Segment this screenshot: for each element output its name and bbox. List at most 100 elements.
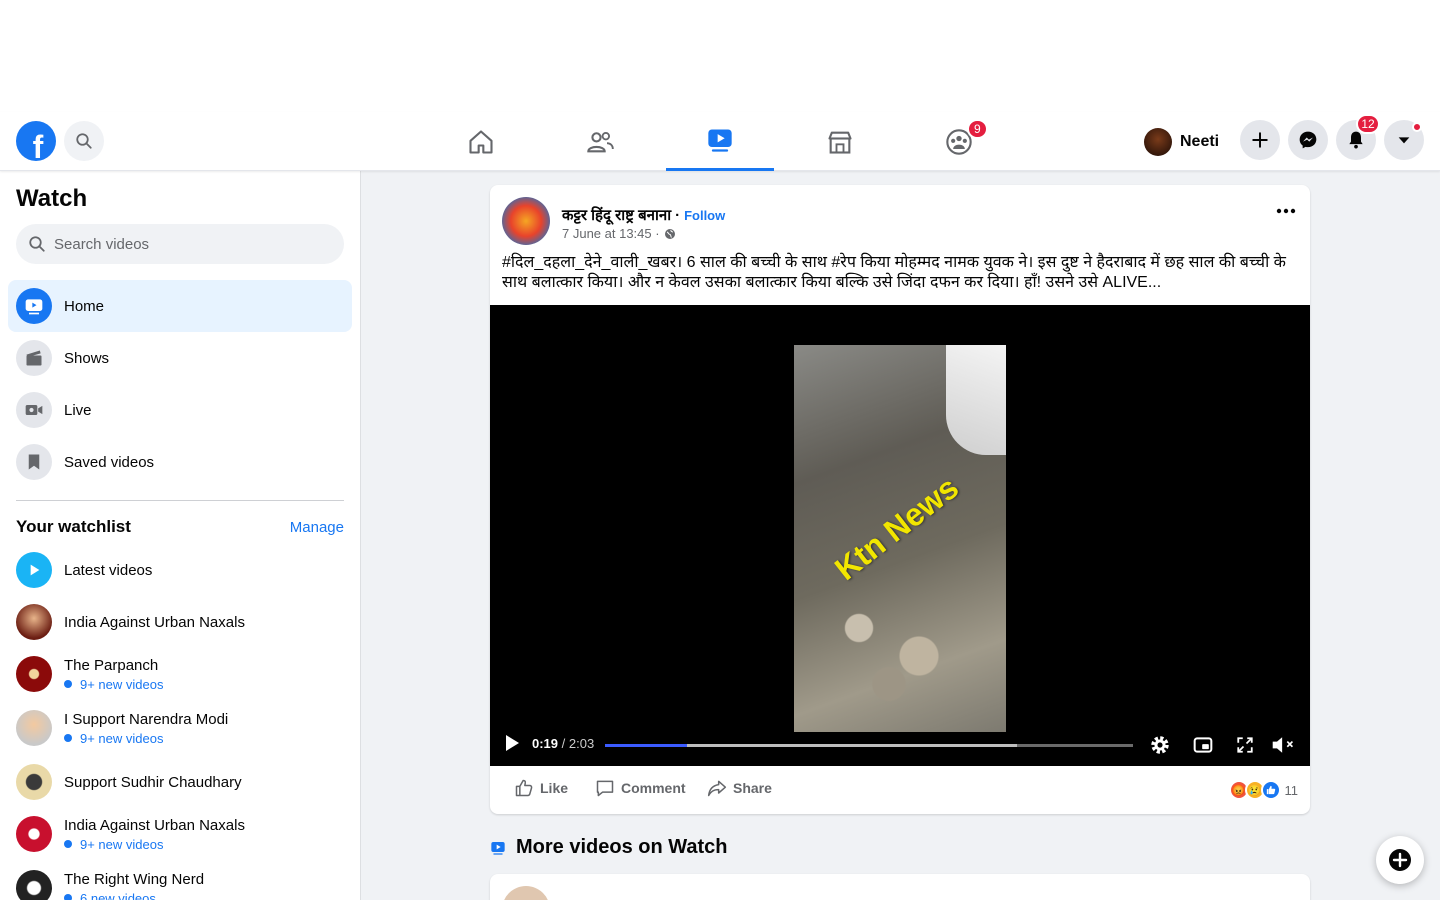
search-videos-input[interactable] bbox=[54, 235, 324, 253]
avatar bbox=[16, 870, 52, 900]
new-videos-count: 9+ new videos bbox=[80, 836, 164, 852]
nav-tab-friends[interactable] bbox=[546, 112, 654, 171]
globe-icon bbox=[664, 228, 675, 239]
post-options-button[interactable] bbox=[1274, 199, 1298, 223]
manage-link[interactable]: Manage bbox=[290, 519, 344, 536]
sidebar-item-home[interactable]: Home bbox=[8, 280, 352, 332]
watchlist-title: Your watchlist bbox=[16, 517, 131, 536]
nav-tab-home[interactable] bbox=[427, 112, 535, 171]
new-videos-indicator: 6 new videos bbox=[64, 891, 204, 900]
more-videos-header: More videos on Watch bbox=[490, 836, 728, 859]
fullscreen-button[interactable] bbox=[1233, 733, 1257, 757]
watchlist-item-the-parpanch[interactable]: The Parpanch 9+ new videos bbox=[16, 656, 346, 692]
follow-button[interactable]: Follow bbox=[684, 208, 725, 223]
mute-button[interactable] bbox=[1271, 733, 1295, 757]
top-blank-area bbox=[0, 0, 1440, 112]
post-timestamp[interactable]: 7 June at 13:45 · bbox=[562, 226, 660, 241]
new-message-button[interactable] bbox=[1376, 836, 1424, 884]
search-icon bbox=[76, 133, 92, 149]
profile-chip[interactable]: Neeti bbox=[1144, 124, 1219, 160]
video-watermark: Ktn News bbox=[828, 469, 966, 588]
create-button[interactable] bbox=[1240, 120, 1280, 160]
share-icon bbox=[707, 780, 727, 797]
avatar bbox=[16, 816, 52, 852]
miniplayer-button[interactable] bbox=[1191, 733, 1215, 757]
avatar bbox=[1144, 128, 1172, 156]
like-button[interactable]: Like bbox=[514, 778, 568, 798]
account-menu-button[interactable] bbox=[1384, 120, 1424, 160]
current-time: 0:19 bbox=[532, 736, 559, 751]
watch-sidebar: Watch Home Shows Live Saved videos Your … bbox=[0, 171, 361, 900]
comment-icon bbox=[596, 780, 614, 797]
next-video-post bbox=[490, 874, 1310, 900]
watchlist-item-india-against-urban-naxals[interactable]: India Against Urban Naxals bbox=[16, 604, 346, 640]
video-time: 0:19 / 2:03 bbox=[532, 736, 594, 751]
groups-badge: 9 bbox=[967, 119, 988, 139]
watchlist-name: The Right Wing Nerd bbox=[64, 870, 205, 888]
nav-tab-watch[interactable] bbox=[666, 112, 774, 171]
watchlist-name: India Against Urban Naxals bbox=[64, 816, 245, 834]
new-dot bbox=[64, 894, 72, 900]
comment-button[interactable]: Comment bbox=[595, 778, 686, 798]
watchlist-item-i-support-narendra-modi[interactable]: I Support Narendra Modi 9+ new videos bbox=[16, 710, 346, 746]
post-text: #दिल_दहला_देने_वाली_खबर। 6 साल की बच्ची … bbox=[502, 254, 1286, 291]
picture-in-picture-icon bbox=[1193, 737, 1213, 753]
facebook-logo[interactable]: f bbox=[16, 121, 56, 161]
notifications-badge: 12 bbox=[1356, 114, 1380, 134]
watchlist-item-india-against-urban-naxals-2[interactable]: India Against Urban Naxals 9+ new videos bbox=[16, 816, 346, 852]
sidebar-item-label: Live bbox=[64, 401, 92, 419]
settings-button[interactable] bbox=[1148, 733, 1172, 757]
sidebar-item-saved-videos[interactable]: Saved videos bbox=[8, 436, 352, 488]
like-reaction-icon bbox=[1260, 780, 1281, 800]
notifications-button[interactable]: 12 bbox=[1336, 114, 1380, 160]
nav-tab-marketplace[interactable] bbox=[786, 112, 894, 171]
new-videos-indicator: 9+ new videos bbox=[64, 731, 228, 746]
fullscreen-icon bbox=[1237, 737, 1253, 753]
post-author[interactable]: कट्टर हिंदू राष्ट्र बनाना bbox=[562, 205, 671, 225]
new-videos-indicator: 9+ new videos bbox=[64, 837, 245, 852]
more-videos-title: More videos on Watch bbox=[516, 836, 728, 858]
video-player[interactable]: Ktn News 0:19 / 2:03 bbox=[490, 305, 1310, 766]
more-horizontal-icon bbox=[1276, 208, 1296, 214]
search-icon bbox=[29, 236, 45, 252]
watchlist-name: I Support Narendra Modi bbox=[64, 710, 229, 728]
video-post: कट्टर हिंदू राष्ट्र बनाना · Follow 7 Jun… bbox=[490, 185, 1310, 814]
watch-icon bbox=[491, 841, 505, 855]
reactions-summary[interactable]: 😡 😢 11 bbox=[1228, 780, 1298, 800]
share-label: Share bbox=[733, 780, 772, 796]
messenger-button[interactable] bbox=[1288, 120, 1328, 160]
search-videos-box[interactable] bbox=[16, 224, 344, 264]
watchlist-item-support-sudhir-chaudhary[interactable]: Support Sudhir Chaudhary bbox=[16, 764, 346, 800]
watchlist-header: Your watchlist Manage bbox=[16, 517, 344, 537]
new-videos-count: 9+ new videos bbox=[80, 676, 164, 692]
new-videos-indicator: 9+ new videos bbox=[64, 677, 163, 692]
video-progress-bar[interactable] bbox=[605, 744, 1133, 747]
sidebar-item-shows[interactable]: Shows bbox=[8, 332, 352, 384]
live-camera-icon bbox=[25, 405, 43, 415]
watchlist-item-latest-videos[interactable]: Latest videos bbox=[16, 552, 346, 588]
share-button[interactable]: Share bbox=[707, 778, 772, 798]
duration: / 2:03 bbox=[561, 736, 595, 751]
watchlist-name: India Against Urban Naxals bbox=[64, 613, 245, 631]
sidebar-item-live[interactable]: Live bbox=[8, 384, 352, 436]
sidebar-item-label: Shows bbox=[64, 349, 110, 367]
sidebar-icon-wrap bbox=[16, 392, 52, 428]
watchlist-item-the-right-wing-nerd[interactable]: The Right Wing Nerd 6 new videos bbox=[16, 870, 346, 900]
video-scene-cloth bbox=[946, 345, 1006, 455]
friends-icon bbox=[587, 131, 614, 152]
play-icon bbox=[25, 299, 43, 315]
watchlist-name: Latest videos bbox=[64, 561, 153, 579]
sidebar-item-label: Home bbox=[64, 297, 105, 315]
avatar bbox=[16, 604, 52, 640]
nav-search-button[interactable] bbox=[64, 121, 104, 161]
messenger-icon bbox=[1299, 131, 1317, 149]
account-alert-dot bbox=[1412, 122, 1422, 132]
nav-tab-groups[interactable]: 9 bbox=[905, 112, 1013, 171]
thumbs-up-icon bbox=[515, 779, 533, 797]
page-avatar[interactable] bbox=[502, 886, 550, 900]
play-button[interactable] bbox=[504, 734, 520, 757]
new-dot bbox=[64, 840, 72, 848]
page-avatar[interactable] bbox=[502, 197, 550, 245]
gear-icon bbox=[1151, 736, 1169, 754]
post-author-line: कट्टर हिंदू राष्ट्र बनाना · Follow bbox=[562, 205, 725, 225]
